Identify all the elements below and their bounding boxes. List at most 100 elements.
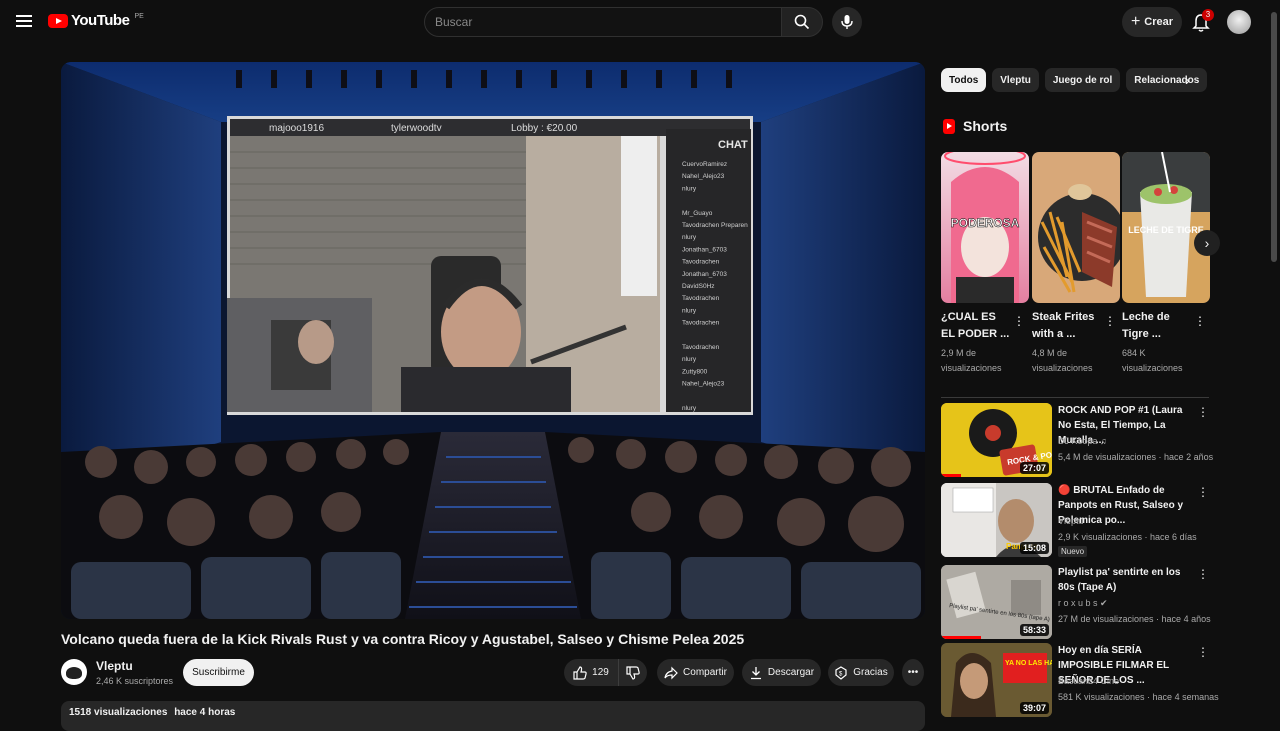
subscriber-count: 2,46 K suscriptores bbox=[96, 676, 174, 686]
video-thumbnail[interactable]: Playlist pa' sentirte en los 80s (tape A… bbox=[941, 565, 1052, 639]
chat-line: nlury bbox=[682, 185, 697, 192]
recommended-video[interactable]: Panpots 15:08 🔴 BRUTAL Enfado de Panpots… bbox=[941, 483, 1211, 557]
short-title[interactable]: Leche de Tigre ... bbox=[1122, 309, 1192, 343]
chat-line: Tavodrachen Preparen bbox=[682, 222, 748, 229]
more-vertical-icon[interactable]: ⋮ bbox=[1197, 567, 1209, 581]
channel-avatar[interactable] bbox=[61, 659, 87, 685]
user-avatar[interactable] bbox=[1227, 10, 1251, 34]
plus-icon: + bbox=[1130, 13, 1141, 30]
video-thumbnail[interactable]: ROCK & POP 27:07 bbox=[941, 403, 1052, 477]
menu-icon[interactable] bbox=[14, 12, 34, 32]
view-count: 1518 visualizaciones bbox=[69, 707, 168, 718]
video-title[interactable]: Playlist pa' sentirte en los 80s (Tape A… bbox=[1058, 565, 1193, 595]
short-title[interactable]: Steak Frites with a ... bbox=[1032, 309, 1102, 343]
share-label: Compartir bbox=[683, 667, 727, 678]
chat-line: DavidS0Hz bbox=[682, 283, 715, 290]
more-horizontal-icon: ••• bbox=[907, 667, 919, 678]
short-card[interactable]: LECHE DE TIGRE Leche de Tigre ... 684 K … bbox=[1122, 152, 1210, 373]
chat-line: Tavodrachen bbox=[682, 344, 720, 351]
recommended-video[interactable]: Playlist pa' sentirte en los 80s (tape A… bbox=[941, 565, 1211, 639]
more-vertical-icon[interactable]: ⋮ bbox=[1104, 314, 1116, 328]
video-meta: 581 K visualizaciones · hace 4 semanas bbox=[1058, 692, 1219, 702]
video-channel[interactable]: Vleptu bbox=[1058, 516, 1084, 526]
chat-line: Zutty800 bbox=[682, 368, 708, 375]
download-button[interactable]: Descargar bbox=[742, 659, 821, 686]
search-icon bbox=[794, 14, 810, 30]
short-card[interactable]: Steak Frites with a ... 4,8 M de visuali… bbox=[1032, 152, 1120, 373]
video-player[interactable]: majooo1916 tylerwoodtv Lobby : €20.00 CH… bbox=[61, 62, 925, 619]
more-vertical-icon[interactable]: ⋮ bbox=[1197, 405, 1209, 419]
video-meta: 5,4 M de visualizaciones · hace 2 años bbox=[1058, 452, 1214, 462]
svg-text:$: $ bbox=[839, 671, 843, 677]
short-overlay-text: LECHE DE TIGRE bbox=[1128, 225, 1204, 235]
short-thumbnail[interactable]: LECHE DE TIGRE bbox=[1122, 152, 1210, 303]
voice-search-button[interactable] bbox=[832, 7, 862, 37]
chat-line: nlury bbox=[682, 356, 697, 363]
share-button[interactable]: Compartir bbox=[657, 659, 734, 686]
chat-line: nlury bbox=[682, 234, 697, 241]
share-icon bbox=[664, 666, 678, 679]
search-button[interactable] bbox=[781, 7, 823, 37]
youtube-play-icon bbox=[48, 13, 68, 28]
short-thumbnail[interactable]: PODEROSA bbox=[941, 152, 1029, 303]
youtube-logo[interactable]: YouTube PE bbox=[48, 12, 144, 29]
create-label: Crear bbox=[1144, 16, 1174, 28]
thanks-button[interactable]: $ Gracias bbox=[828, 659, 894, 686]
recommended-video[interactable]: YA NO LAS HACEN ASÍ 39:07 Hoy en día SER… bbox=[941, 643, 1219, 717]
short-title[interactable]: ¿CUAL ES EL PODER ... bbox=[941, 309, 1011, 343]
upload-time: hace 4 horas bbox=[174, 707, 236, 718]
chat-line: Mr_Guayo bbox=[682, 210, 713, 217]
video-channel[interactable]: Bastian24 Cine bbox=[1058, 676, 1119, 686]
video-meta: 2,9 K visualizaciones · hace 6 días bbox=[1058, 532, 1197, 542]
shorts-logo-icon bbox=[943, 118, 955, 134]
channel-name[interactable]: Vleptu bbox=[96, 659, 133, 673]
logo-text: YouTube bbox=[71, 12, 130, 29]
short-card[interactable]: PODEROSA ¿CUAL ES EL PODER ... 2,9 M de … bbox=[941, 152, 1029, 373]
microphone-icon bbox=[841, 15, 853, 29]
more-vertical-icon[interactable]: ⋮ bbox=[1197, 645, 1209, 659]
short-thumbnail[interactable] bbox=[1032, 152, 1120, 303]
chip-role-play[interactable]: Juego de rol bbox=[1044, 68, 1121, 92]
dislike-button[interactable] bbox=[618, 659, 647, 686]
video-thumbnail[interactable]: YA NO LAS HACEN ASÍ 39:07 bbox=[941, 643, 1052, 717]
recommended-video[interactable]: ROCK & POP 27:07 ROCK AND POP #1 (Laura … bbox=[941, 403, 1213, 477]
more-vertical-icon[interactable]: ⋮ bbox=[1194, 314, 1206, 328]
chip-channel[interactable]: Vleptu bbox=[992, 68, 1039, 92]
create-button[interactable]: + Crear bbox=[1122, 7, 1182, 37]
chat-line: CuervoRamirez bbox=[682, 161, 727, 168]
short-views: 4,8 M de visualizaciones bbox=[1032, 348, 1093, 373]
thanks-label: Gracias bbox=[853, 667, 888, 678]
chevron-right-icon[interactable]: › bbox=[1185, 72, 1201, 88]
chat-line: Tavodrachen bbox=[682, 295, 720, 302]
video-thumbnail[interactable]: Panpots 15:08 bbox=[941, 483, 1052, 557]
video-duration: 58:33 bbox=[1019, 624, 1049, 636]
divider bbox=[941, 397, 1209, 398]
download-icon bbox=[750, 666, 761, 679]
watch-progress-bar bbox=[941, 474, 961, 477]
overlay-lobby: Lobby : €20.00 bbox=[511, 123, 578, 134]
super-thanks-icon: $ bbox=[835, 665, 847, 680]
subscribe-button[interactable]: Suscribirme bbox=[183, 659, 254, 686]
video-duration: 27:07 bbox=[1019, 462, 1049, 474]
video-meta: 27 M de visualizaciones · hace 4 años bbox=[1058, 614, 1211, 624]
video-channel[interactable]: DJ Koopa ♫ bbox=[1058, 436, 1107, 446]
description-box[interactable]: 1518 visualizaciones hace 4 horas bbox=[61, 701, 925, 731]
shorts-heading-label: Shorts bbox=[963, 118, 1008, 134]
more-vertical-icon[interactable]: ⋮ bbox=[1013, 314, 1025, 328]
short-views: 684 K visualizaciones bbox=[1122, 348, 1183, 373]
like-button[interactable]: 129 bbox=[564, 659, 618, 686]
chip-all[interactable]: Todos bbox=[941, 68, 987, 92]
page-scrollbar[interactable] bbox=[1271, 12, 1277, 262]
more-actions-button[interactable]: ••• bbox=[902, 659, 924, 686]
chat-line: Tavodrachen bbox=[682, 320, 720, 327]
search-input[interactable]: Buscar bbox=[424, 7, 782, 37]
watch-progress-bar bbox=[941, 636, 981, 639]
like-count: 129 bbox=[592, 667, 609, 678]
shorts-next-chevron-icon[interactable]: › bbox=[1194, 230, 1220, 256]
top-bar: YouTube PE Buscar + Crear 3 bbox=[0, 0, 1280, 44]
video-channel[interactable]: r o x u b s ✔ bbox=[1058, 598, 1108, 609]
video-duration: 15:08 bbox=[1019, 542, 1049, 554]
more-vertical-icon[interactable]: ⋮ bbox=[1197, 485, 1209, 499]
overlay-left-name: majooo1916 bbox=[269, 123, 324, 134]
chat-line: Jonathan_6703 bbox=[682, 271, 727, 278]
